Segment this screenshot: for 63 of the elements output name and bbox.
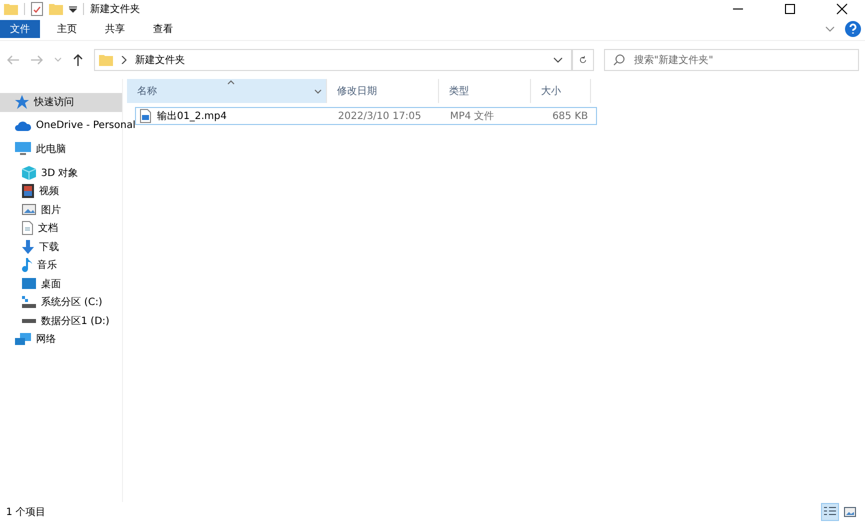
refresh-button[interactable]: [572, 49, 594, 71]
search-field[interactable]: 搜索"新建文件夹": [604, 49, 859, 71]
address-field[interactable]: 新建文件夹: [94, 49, 572, 71]
ribbon-tab[interactable]: 查看: [142, 20, 184, 38]
sidebar-item[interactable]: 音乐: [0, 256, 122, 274]
properties-icon[interactable]: [31, 2, 43, 16]
sidebar-item[interactable]: 下载: [0, 238, 122, 256]
folder-icon: [99, 54, 113, 66]
sidebar-item[interactable]: 3D 对象: [0, 164, 122, 182]
details-view-button[interactable]: [821, 503, 839, 521]
document-icon: [22, 221, 33, 236]
cloud-icon: [15, 120, 31, 131]
up-icon[interactable]: [72, 53, 84, 67]
refresh-icon: [579, 54, 587, 66]
star-icon: [15, 95, 29, 110]
sidebar-item[interactable]: 此电脑: [0, 140, 122, 158]
table-cell: 2022/3/10 17:05: [338, 110, 422, 122]
ribbon-tab[interactable]: 共享: [94, 20, 136, 38]
window-title: 新建文件夹: [90, 2, 140, 16]
list-icon: [824, 506, 836, 518]
table-cell: 685 KB: [552, 110, 588, 122]
path-segment[interactable]: 新建文件夹: [135, 53, 185, 67]
file-row[interactable]: 输出01_2.mp4 2022/3/10 17:05 MP4 文件 685 KB: [135, 107, 597, 125]
desktop-icon: [22, 278, 36, 290]
cube-icon: [22, 166, 36, 180]
sidebar-item[interactable]: 系统分区 (C:): [0, 293, 122, 312]
sidebar-item[interactable]: 图片: [0, 200, 122, 219]
column-header[interactable]: 修改日期: [327, 79, 439, 103]
expand-ribbon-icon[interactable]: [825, 25, 835, 33]
picture-icon: [22, 204, 36, 216]
sidebar-item[interactable]: 数据分区1 (D:): [0, 312, 122, 330]
video-file-icon: [140, 109, 151, 123]
item-count: 1 个项目: [6, 506, 46, 519]
table-cell-text: 输出01_2.mp4: [157, 110, 227, 123]
drive-icon: [22, 296, 36, 308]
column-label: 类型: [449, 84, 469, 98]
column-label: 修改日期: [337, 84, 377, 98]
column-header[interactable]: 名称: [127, 79, 327, 103]
ribbon-tab[interactable]: 主页: [46, 20, 88, 38]
sidebar-item[interactable]: 文档: [0, 219, 122, 238]
drive-icon: [22, 318, 36, 323]
column-label: 名称: [137, 85, 157, 98]
dropdown-icon[interactable]: [553, 57, 563, 63]
network-icon: [15, 332, 31, 346]
file-tab[interactable]: 文件: [0, 20, 40, 38]
sidebar-item[interactable]: 视频: [0, 182, 122, 200]
sidebar-item[interactable]: 快速访问: [0, 93, 122, 112]
down-arrow-icon: [22, 240, 34, 254]
music-note-icon: [22, 258, 32, 272]
table-cell-text: MP4 文件: [450, 110, 494, 123]
sidebar-item[interactable]: OneDrive - Personal: [0, 116, 136, 135]
column-header[interactable]: 类型: [439, 79, 531, 103]
film-icon: [22, 184, 34, 198]
picture-icon: [844, 506, 856, 518]
chevron-icon[interactable]: [121, 56, 127, 64]
help-icon[interactable]: [845, 21, 861, 37]
column-label: 大小: [541, 84, 561, 98]
sidebar-item[interactable]: 桌面: [0, 274, 122, 293]
dropdown-icon[interactable]: [69, 5, 77, 13]
sidebar-item[interactable]: 网络: [0, 330, 122, 348]
column-header[interactable]: 大小: [531, 79, 591, 103]
computer-icon: [15, 142, 31, 156]
folder-icon: [4, 3, 18, 15]
